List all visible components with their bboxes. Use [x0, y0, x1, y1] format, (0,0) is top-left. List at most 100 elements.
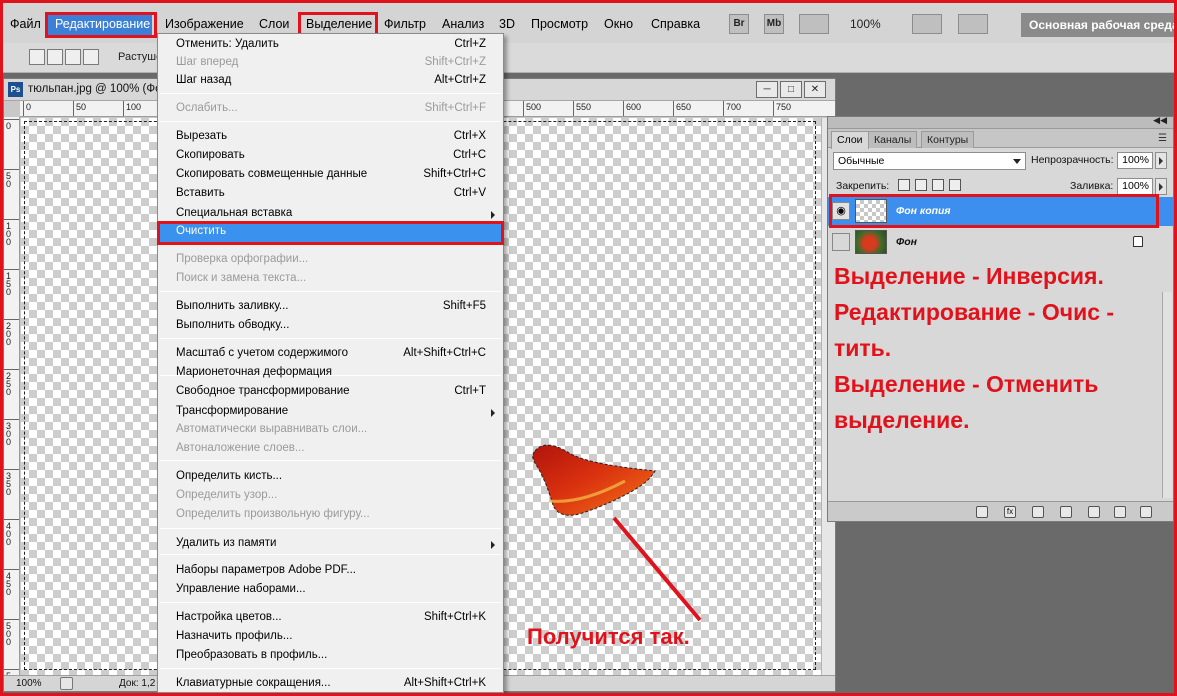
menu-item[interactable]: Управление наборами... [158, 582, 503, 600]
menu-item[interactable]: Назначить профиль... [158, 629, 503, 647]
mini-bridge-button[interactable]: Mb [764, 14, 784, 34]
adjustment-icon[interactable] [1060, 506, 1072, 518]
trash-icon[interactable] [1140, 506, 1152, 518]
opacity-slider-toggle[interactable] [1155, 152, 1167, 169]
tool-preset-icon[interactable] [6, 49, 16, 65]
panel-menu-icon[interactable]: ☰ [1158, 133, 1167, 144]
lock-all-icon[interactable] [949, 179, 961, 191]
menu-item[interactable]: Выполнить заливку... Shift+F5 [158, 299, 503, 317]
maximize-button[interactable]: □ [780, 81, 802, 98]
menu-item[interactable]: Свободное трансформирование Ctrl+T [158, 384, 503, 402]
menu-item[interactable]: Настройка цветов... Shift+Ctrl+K [158, 610, 503, 628]
view-extras-button[interactable] [799, 14, 829, 34]
menu-window[interactable]: Окно [604, 17, 633, 31]
link-icon[interactable] [976, 506, 988, 518]
edit-menu-dropdown: Отменить: Удалить Ctrl+Z Шаг вперед Shift+C… [157, 33, 504, 693]
zoom-value[interactable]: 100% [16, 678, 42, 689]
menu-item-shortcut: Ctrl+Z [454, 38, 486, 50]
menu-item: Определить узор... [158, 488, 503, 506]
menu-item[interactable]: Шаг назад Alt+Ctrl+Z [158, 73, 503, 91]
menu-item-label: Трансформирование [176, 405, 289, 417]
menu-item[interactable]: Скопировать Ctrl+C [158, 148, 503, 166]
new-layer-icon[interactable] [1114, 506, 1126, 518]
menu-image[interactable]: Изображение [165, 17, 244, 31]
visibility-toggle[interactable] [832, 233, 850, 251]
minimize-button[interactable]: ─ [756, 81, 778, 98]
menu-item[interactable]: Наборы параметров Adobe PDF... [158, 563, 503, 581]
lock-position-icon[interactable] [932, 179, 944, 191]
menu-help[interactable]: Справка [651, 17, 700, 31]
lock-transparent-icon[interactable] [898, 179, 910, 191]
tab-layers[interactable]: Слои [831, 131, 869, 149]
bridge-button[interactable]: Br [729, 14, 749, 34]
add-selection-icon[interactable] [47, 49, 63, 65]
menu-item-label: Удалить из памяти [176, 537, 277, 549]
ruler-tick [4, 569, 19, 570]
menu-item[interactable]: Трансформирование [158, 404, 503, 422]
menu-view[interactable]: Просмотр [531, 17, 588, 31]
tab-paths[interactable]: Контуры [921, 131, 975, 148]
instruction-line: выделение. [834, 407, 970, 433]
menu-item: Шаг вперед Shift+Ctrl+Z [158, 55, 503, 73]
submenu-arrow-icon [491, 409, 495, 417]
ruler-tick [4, 619, 19, 620]
menu-item[interactable]: Удалить из памяти [158, 536, 503, 554]
ruler-tick [4, 519, 19, 520]
folder-icon[interactable] [1088, 506, 1100, 518]
menu-file[interactable]: Файл [10, 17, 41, 31]
instruction-line: Выделение - Инверсия. [834, 263, 1104, 289]
lock-label: Закрепить: [836, 180, 890, 192]
menu-separator [160, 602, 501, 603]
menu-item[interactable]: Вырезать Ctrl+X [158, 129, 503, 147]
fx-icon[interactable]: fx [1004, 506, 1016, 518]
collapse-icon[interactable]: ◀◀ [1153, 115, 1167, 126]
ruler-label: 100 [6, 221, 12, 247]
lock-image-icon[interactable] [915, 179, 927, 191]
instruction-line: Редактирование - Очис - [834, 299, 1115, 325]
menu-item[interactable]: Масштаб с учетом содержимого Alt+Shift+Ct… [158, 346, 503, 364]
chevron-down-icon [1013, 159, 1021, 164]
menu-item[interactable]: Скопировать совмещенные данные Shift+Ctrl… [158, 167, 503, 185]
blend-mode-select[interactable]: Обычные [833, 152, 1026, 170]
menu-analysis[interactable]: Анализ [442, 17, 484, 31]
menu-item: Автоматически выравнивать слои... [158, 422, 503, 440]
menu-separator [160, 93, 501, 94]
menu-item[interactable]: Определить кисть... [158, 469, 503, 487]
workspace-switcher[interactable]: Основная рабочая среда [1021, 13, 1177, 37]
subtract-selection-icon[interactable] [65, 49, 81, 65]
menu-item[interactable]: Выполнить обводку... [158, 318, 503, 336]
screen-mode-button[interactable] [958, 14, 988, 34]
fill-input[interactable]: 100% [1117, 178, 1153, 195]
ruler-label: 350 [6, 471, 12, 497]
menu-item[interactable]: Вставить Ctrl+V [158, 186, 503, 204]
menu-item[interactable]: Марионеточная деформация [158, 365, 503, 383]
close-button[interactable]: ✕ [804, 81, 826, 98]
new-selection-icon[interactable] [29, 49, 45, 65]
tab-channels[interactable]: Каналы [868, 131, 918, 148]
menu-item-label: Скопировать совмещенные данные [176, 168, 368, 180]
zoom-level-select[interactable]: 100% [850, 17, 881, 31]
menu-3d[interactable]: 3D [499, 17, 515, 31]
instruction-line: тить. [834, 335, 892, 361]
menu-item-shortcut: Ctrl+X [453, 130, 486, 142]
menu-item: Поиск и замена текста... [158, 271, 503, 289]
menu-filter[interactable]: Фильтр [384, 17, 426, 31]
menu-item[interactable]: Отменить: Удалить Ctrl+Z [158, 37, 503, 55]
menu-item[interactable]: Преобразовать в профиль... [158, 648, 503, 666]
zoom-icon[interactable] [60, 677, 73, 690]
menu-item-label: Шаг назад [176, 74, 232, 86]
fill-slider-toggle[interactable] [1155, 178, 1167, 195]
ruler-label: 100 [126, 102, 142, 112]
ruler-tick [4, 469, 19, 470]
menu-separator [160, 338, 501, 339]
photoshop-icon: Ps [8, 82, 23, 97]
layer-row-background[interactable]: Фон [828, 228, 1173, 257]
intersect-selection-icon[interactable] [83, 49, 99, 65]
ruler-tick [73, 101, 74, 116]
menu-layers[interactable]: Слои [259, 17, 289, 31]
opacity-input[interactable]: 100% [1117, 152, 1153, 169]
ruler-tick [4, 319, 19, 320]
menu-item[interactable]: Клавиатурные сокращения... Alt+Shift+Ctrl… [158, 676, 503, 694]
mask-icon[interactable] [1032, 506, 1044, 518]
arrange-docs-button[interactable] [912, 14, 942, 34]
